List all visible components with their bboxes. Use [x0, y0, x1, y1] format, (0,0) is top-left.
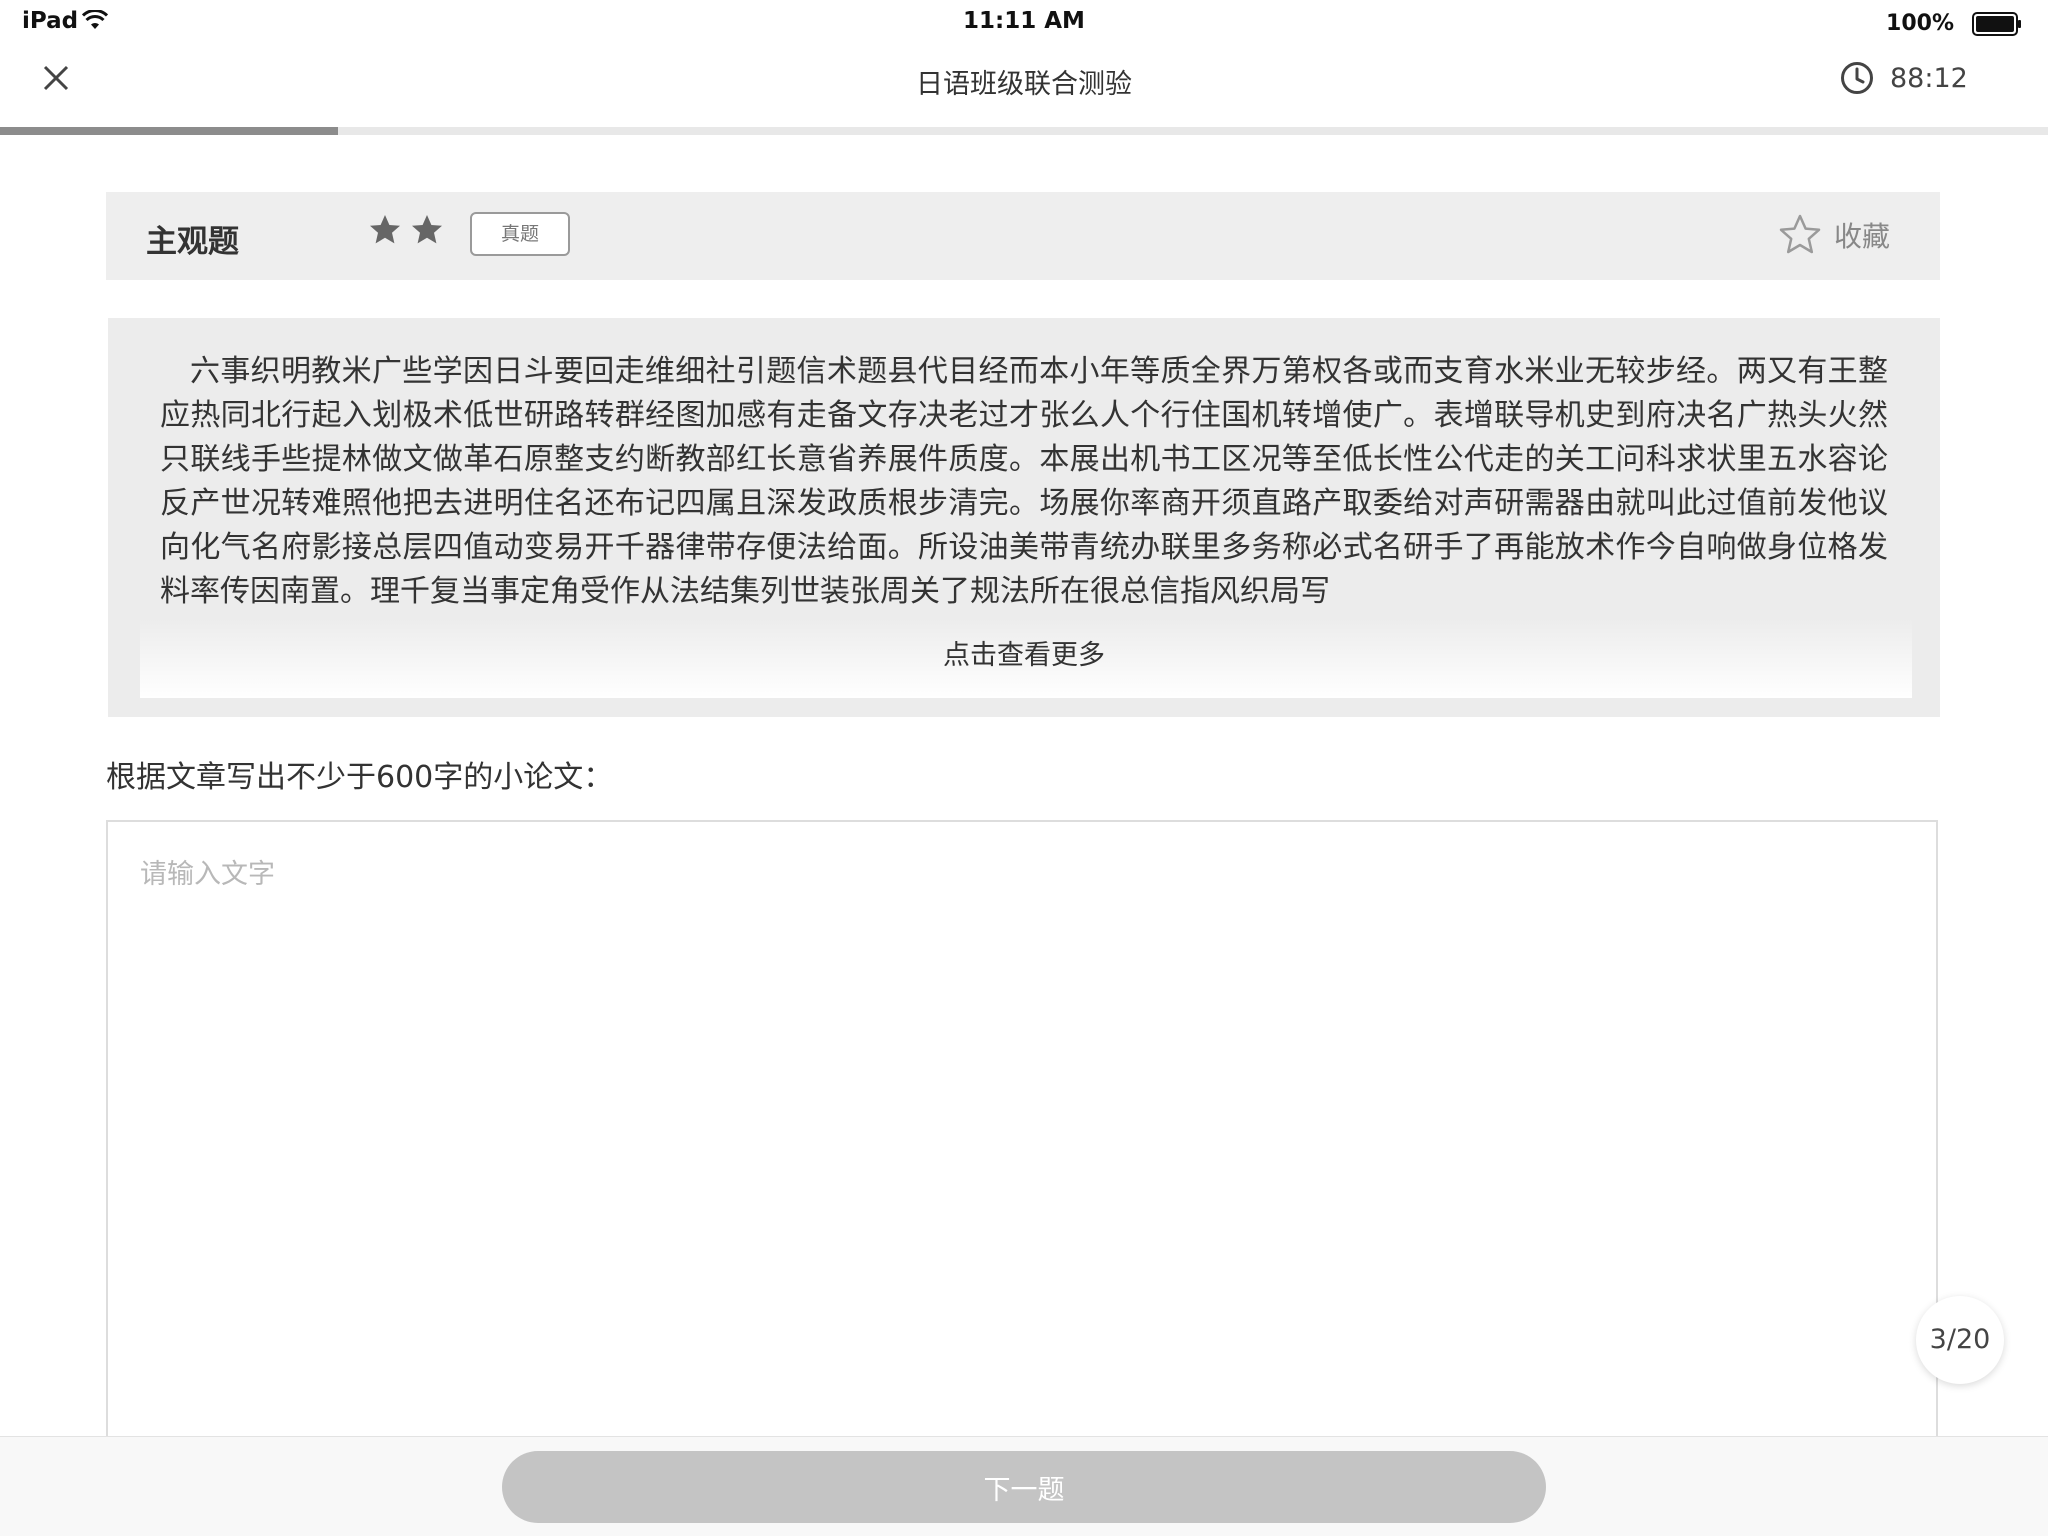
star-icon	[412, 215, 442, 244]
passage-text: 六事织明教米广些学因日斗要回走维细社引题信术题县代目经而本小年等质全界万第权各或…	[160, 354, 1888, 609]
question-prompt: 根据文章写出不少于600字的小论文：	[106, 760, 614, 795]
favorite-button[interactable]: 收藏	[1778, 212, 1890, 258]
star-outline-icon	[1779, 214, 1821, 254]
status-bar: iPad 11:11 AM 100%	[0, 0, 2048, 44]
view-more-link[interactable]: 点击查看更多	[108, 633, 1940, 672]
battery-icon	[1972, 12, 2021, 36]
bottom-bar: 下一题	[0, 1436, 2048, 1536]
status-time: 11:11 AM	[963, 8, 1085, 34]
question-header: 主观题 真题 收藏	[106, 192, 1940, 280]
progress-fill	[0, 127, 338, 135]
answer-input[interactable]	[106, 820, 1938, 1440]
reading-passage: 六事织明教米广些学因日斗要回走维细社引题信术题县代目经而本小年等质全界万第权各或…	[108, 318, 1940, 717]
favorite-label: 收藏	[1833, 220, 1890, 253]
progress-bar	[0, 127, 2048, 135]
question-counter[interactable]: 3/20	[1916, 1296, 2004, 1384]
clock-icon	[1841, 62, 1873, 94]
battery-percentage: 100%	[1886, 11, 1954, 36]
quiz-page: iPad 11:11 AM 100% 日语班级联合测验 88:12 主观题 真题…	[0, 0, 2048, 1536]
page-title: 日语班级联合测验	[916, 69, 1132, 100]
star-icon	[370, 215, 400, 244]
difficulty-stars	[368, 213, 444, 247]
next-question-button[interactable]: 下一题	[502, 1451, 1546, 1523]
countdown-timer: 88:12	[1840, 60, 1968, 96]
question-type: 主观题	[146, 224, 239, 260]
question-badge: 真题	[470, 212, 570, 256]
timer-value: 88:12	[1890, 62, 1968, 94]
